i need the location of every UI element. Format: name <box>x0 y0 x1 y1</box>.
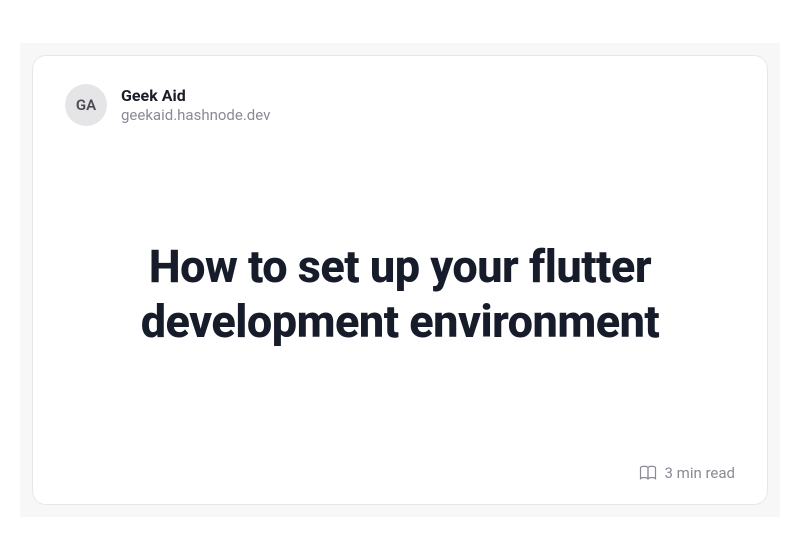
card-footer: 3 min read <box>65 464 735 482</box>
card-frame: GA Geek Aid geekaid.hashnode.dev How to … <box>20 43 780 517</box>
book-open-icon <box>639 464 657 482</box>
post-card[interactable]: GA Geek Aid geekaid.hashnode.dev How to … <box>32 55 768 505</box>
title-area: How to set up your flutter development e… <box>65 126 735 464</box>
read-time: 3 min read <box>665 464 735 482</box>
author-domain[interactable]: geekaid.hashnode.dev <box>121 106 270 124</box>
author-block: Geek Aid geekaid.hashnode.dev <box>121 86 270 124</box>
author-name[interactable]: Geek Aid <box>121 86 270 105</box>
post-title: How to set up your flutter development e… <box>75 240 725 350</box>
avatar-initials: GA <box>76 96 96 114</box>
card-header: GA Geek Aid geekaid.hashnode.dev <box>65 84 735 126</box>
author-avatar[interactable]: GA <box>65 84 107 126</box>
